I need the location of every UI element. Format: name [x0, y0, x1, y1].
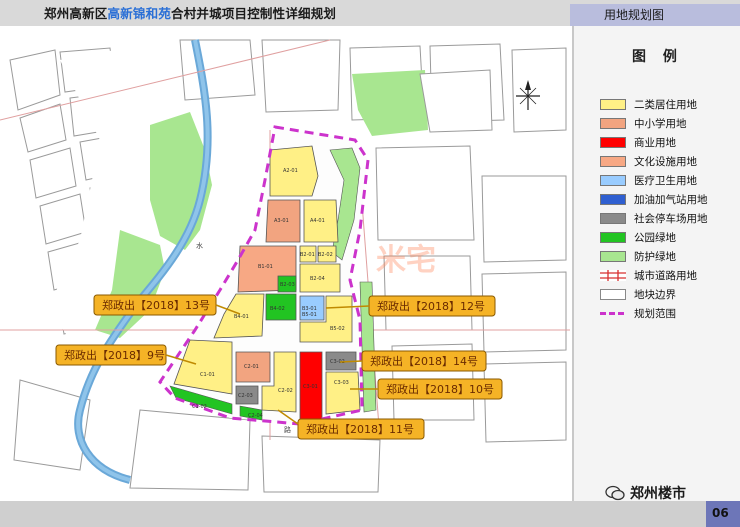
legend-item: 防护绿地 [600, 249, 676, 263]
callout-text: 郑政出【2018】14号 [370, 354, 478, 368]
legend-swatch [600, 98, 626, 110]
parcel-label: B4-02 [270, 306, 285, 312]
legend-item: 医疗卫生用地 [600, 173, 697, 187]
parcel-label: C2-03 [238, 393, 253, 399]
page-number: 06 [712, 506, 729, 520]
legend-item: 城市道路用地 [600, 268, 697, 282]
legend-swatch [600, 174, 626, 186]
legend-item: 地块边界 [600, 287, 676, 301]
parcel-label: B5-02 [330, 326, 345, 332]
parcel-label: C2-01 [244, 364, 259, 370]
land-use-map: A2-01 A3-01 A4-01 B1-01 B2-01 B2-02 B2-0… [0, 26, 572, 501]
parcel-label: C1-01 [200, 372, 215, 378]
parcel-label: A4-01 [310, 218, 325, 224]
parcel-label: B2-03 [280, 282, 295, 288]
legend-item: 二类居住用地 [600, 97, 697, 111]
legend-label: 加油加气站用地 [634, 193, 708, 206]
legend-swatch [600, 212, 626, 224]
legend-swatch [600, 231, 626, 243]
legend-label: 中小学用地 [634, 117, 687, 130]
parcel-label: B2-01 [300, 252, 315, 258]
legend-label: 公园绿地 [634, 231, 676, 244]
legend-label: 二类居住用地 [634, 98, 697, 111]
legend-label: 文化设施用地 [634, 155, 697, 168]
legend-swatch [600, 136, 626, 148]
callout-text: 郑政出【2018】13号 [102, 298, 210, 312]
legend-item: 中小学用地 [600, 116, 687, 130]
parcel-label: C1-02 [192, 404, 207, 410]
legend-label: 防护绿地 [634, 250, 676, 263]
parcel-label: B2-02 [318, 252, 333, 258]
parcel-label: C3-03 [334, 380, 349, 386]
legend-panel: 图 例 二类居住用地 中小学用地 商业用地 文化设施用地 医疗卫生用地 加油加气… [572, 26, 740, 501]
wechat-watermark: 郑州楼市 [605, 483, 686, 503]
parcel-label: C3-01 [303, 384, 318, 390]
wechat-icon [605, 485, 625, 501]
parcel-label: B4-01 [234, 314, 249, 320]
page-title: 郑州高新区高新锦和苑合村并城项目控制性详细规划 [44, 6, 337, 21]
legend-item: 规划范围 [600, 306, 676, 320]
wechat-account-name: 郑州楼市 [630, 486, 686, 502]
parcel-label: A3-01 [274, 218, 289, 224]
footer-bar [0, 501, 740, 527]
parcel-label: B2-04 [310, 276, 325, 282]
callout-text: 郑政出【2018】10号 [386, 382, 494, 396]
legend-item: 社会停车场用地 [600, 211, 708, 225]
callout-text: 郑政出【2018】11号 [306, 422, 414, 436]
legend-item: 文化设施用地 [600, 154, 697, 168]
parcel-label: B5-01 [302, 312, 317, 318]
legend-label: 社会停车场用地 [634, 212, 708, 225]
callout-text: 郑政出【2018】12号 [377, 299, 485, 313]
legend-item: 公园绿地 [600, 230, 676, 244]
street-label: 路 [284, 425, 291, 434]
boundary-line-icon [600, 288, 626, 300]
parcel-label: A2-01 [283, 168, 298, 174]
legend-item: 商业用地 [600, 135, 676, 149]
river-label: 水 [196, 241, 203, 250]
dashed-line-icon [600, 308, 626, 319]
watermark: 米宅 [376, 243, 436, 278]
legend-label: 城市道路用地 [634, 269, 697, 282]
legend-heading: 图 例 [632, 49, 683, 65]
callout-text: 郑政出【2018】9号 [64, 348, 165, 362]
legend-item: 加油加气站用地 [600, 192, 708, 206]
legend-label: 规划范围 [634, 307, 676, 320]
legend-swatch [600, 250, 626, 262]
legend-swatch [600, 193, 626, 205]
parcel-label: C2-04 [248, 413, 263, 419]
road-line-icon [600, 269, 626, 281]
legend-label: 地块边界 [634, 288, 676, 301]
page-label: 用地规划图 [604, 8, 665, 22]
legend-label: 医疗卫生用地 [634, 174, 697, 187]
legend-label: 商业用地 [634, 136, 676, 149]
legend-swatch [600, 155, 626, 167]
legend-swatch [600, 117, 626, 129]
parcel-label: B1-01 [258, 264, 273, 270]
parcel-label: C2-02 [278, 388, 293, 394]
